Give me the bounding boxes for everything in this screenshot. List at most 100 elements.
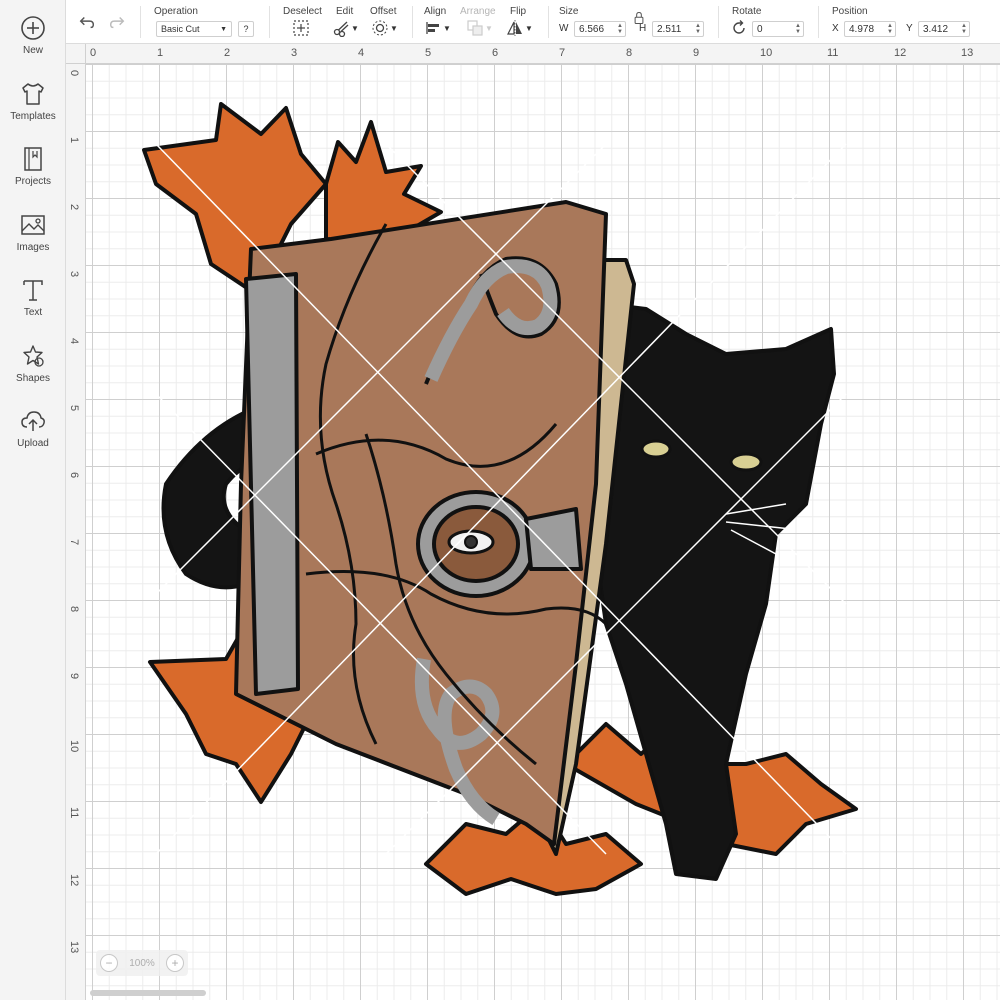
ruler-tick-label: 1 xyxy=(68,137,80,144)
ruler-tick-label: 7 xyxy=(68,539,80,546)
design-canvas[interactable] xyxy=(86,64,1000,1000)
undo-button[interactable] xyxy=(78,12,96,32)
offset-label: Offset xyxy=(370,6,397,17)
y-position-field[interactable]: 3.412 ▲ ▼ xyxy=(918,21,970,37)
deselect-label: Deselect xyxy=(283,6,322,17)
height-value: 2.511 xyxy=(657,23,682,35)
sidebar-item-projects[interactable]: Projects xyxy=(0,145,66,205)
align-button[interactable]: ▼ xyxy=(424,18,451,38)
deselect-icon xyxy=(293,20,309,36)
x-position-field[interactable]: 4.978 ▲ ▼ xyxy=(844,21,896,37)
ruler-tick-label: 8 xyxy=(68,606,80,613)
operation-select[interactable]: Basic Cut ▼ xyxy=(156,21,232,37)
y-value: 3.412 xyxy=(923,23,949,35)
halloween-spellbook-cat-artwork[interactable] xyxy=(86,64,1000,1000)
ruler-tick-label: 0 xyxy=(68,70,80,77)
ruler-left: 0 1 2 3 4 5 6 7 8 9 10 11 12 13 xyxy=(66,64,86,1000)
rotate-icon-wrap xyxy=(730,18,748,38)
sidebar-item-text[interactable]: Text xyxy=(0,276,66,336)
chevron-down-icon: ▼ xyxy=(390,23,398,33)
ruler-tick-label: 9 xyxy=(693,47,700,59)
x-value: 4.978 xyxy=(849,23,875,35)
sidebar-item-upload[interactable]: Upload xyxy=(0,407,66,467)
tshirt-icon xyxy=(22,83,44,105)
arrange-icon xyxy=(467,20,483,36)
flip-label: Flip xyxy=(510,6,527,17)
cat-eye-shape xyxy=(640,439,672,459)
sidebar-item-label: New xyxy=(22,45,43,56)
y-prefix: Y xyxy=(906,23,913,34)
operation-label: Operation xyxy=(154,6,198,17)
sidebar-item-new[interactable]: New xyxy=(0,14,66,74)
rotate-value: 0 xyxy=(757,23,763,35)
arrange-button[interactable]: ▼ xyxy=(466,18,493,38)
chevron-down-icon: ▼ xyxy=(485,23,493,33)
cloud-upload-icon xyxy=(21,411,45,431)
left-sidebar: New Templates Projects Images Text Shape… xyxy=(0,0,66,1000)
eye-iris-shape xyxy=(464,535,478,549)
chevron-down-icon: ▼ xyxy=(443,23,451,33)
x-prefix: X xyxy=(832,23,839,34)
ruler-tick-label: 1 xyxy=(157,47,164,59)
align-label: Align xyxy=(424,6,447,17)
spinner-icon: ▲ ▼ xyxy=(961,23,967,35)
zoom-control: − 100% + xyxy=(96,950,188,976)
width-field[interactable]: 6.566 ▲ ▼ xyxy=(574,21,626,37)
operation-help-button[interactable]: ? xyxy=(238,21,254,37)
top-toolbar: Operation Basic Cut ▼ ? Deselect Edit ▼ … xyxy=(66,0,1000,44)
spinner-icon: ▲ ▼ xyxy=(795,23,801,35)
chevron-down-icon: ▼ xyxy=(351,23,359,33)
ruler-tick-label: 7 xyxy=(559,47,566,59)
offset-button[interactable]: ▼ xyxy=(371,18,398,38)
deselect-button[interactable] xyxy=(292,18,310,38)
sidebar-item-label: Templates xyxy=(10,111,56,122)
ruler-tick-label: 3 xyxy=(68,271,80,278)
ruler-tick-label: 12 xyxy=(68,874,80,887)
rotate-label: Rotate xyxy=(732,6,762,17)
ruler-tick-label: 6 xyxy=(492,47,499,59)
ruler-tick-label: 6 xyxy=(68,472,80,479)
arrange-label: Arrange xyxy=(460,6,496,17)
width-prefix: W xyxy=(559,23,569,34)
width-value: 6.566 xyxy=(579,23,605,35)
spinner-icon: ▲ ▼ xyxy=(887,23,893,35)
align-left-icon xyxy=(426,22,439,34)
sidebar-item-label: Images xyxy=(16,242,50,253)
ruler-tick-label: 0 xyxy=(90,47,97,59)
sidebar-item-shapes[interactable]: Shapes xyxy=(0,342,66,402)
sidebar-item-images[interactable]: Images xyxy=(0,211,66,271)
ruler-tick-label: 10 xyxy=(760,47,773,59)
edit-label: Edit xyxy=(336,6,354,17)
ruler-tick-label: 11 xyxy=(68,807,80,819)
sidebar-item-label: Upload xyxy=(17,438,49,449)
zoom-level: 100% xyxy=(129,957,155,969)
image-icon xyxy=(21,215,45,235)
sidebar-item-templates[interactable]: Templates xyxy=(0,80,66,140)
scissors-pencil-icon xyxy=(333,21,349,37)
edit-button[interactable]: ▼ xyxy=(332,18,359,38)
operation-value: Basic Cut xyxy=(161,24,200,34)
ruler-tick-label: 9 xyxy=(68,673,80,680)
ruler-tick-label: 12 xyxy=(894,47,907,59)
flip-button[interactable]: ▼ xyxy=(506,18,533,38)
offset-icon xyxy=(372,20,388,36)
ruler-tick-label: 3 xyxy=(291,47,298,59)
redo-button[interactable] xyxy=(108,12,126,32)
height-prefix: H xyxy=(639,23,647,34)
zoom-in-button[interactable]: + xyxy=(165,954,184,972)
position-label: Position xyxy=(832,6,868,17)
height-field[interactable]: 2.511 ▲ ▼ xyxy=(652,21,704,37)
rotate-field[interactable]: 0 ▲ ▼ xyxy=(752,21,804,37)
chevron-down-icon: ▼ xyxy=(525,23,533,33)
spinner-icon: ▲ ▼ xyxy=(617,23,623,35)
chevron-down-icon: ▼ xyxy=(220,25,227,33)
ruler-top: 0 1 2 3 4 5 6 7 8 9 10 11 12 13 xyxy=(86,44,1000,64)
ruler-tick-label: 2 xyxy=(68,204,80,211)
zoom-out-button[interactable]: − xyxy=(100,954,118,972)
shapes-icon xyxy=(23,345,44,367)
ruler-tick-label: 13 xyxy=(961,47,974,59)
horizontal-scrollbar[interactable] xyxy=(90,990,206,996)
ruler-tick-label: 10 xyxy=(68,740,80,753)
sidebar-item-label: Projects xyxy=(14,176,52,187)
ruler-tick-label: 5 xyxy=(425,47,432,59)
